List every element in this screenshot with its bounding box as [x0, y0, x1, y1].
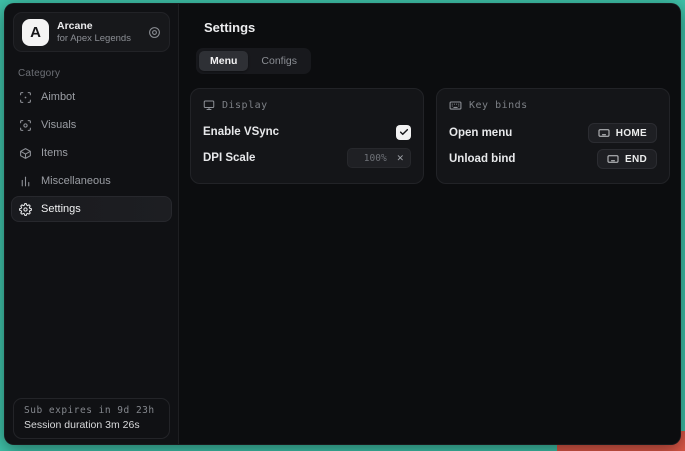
unload-keybind-button[interactable]: END — [597, 149, 657, 169]
main-content: Settings Menu Configs Display Enable VSy… — [179, 4, 681, 444]
sidebar-item-label: Aimbot — [41, 91, 75, 103]
session-info-card: Sub expires in 9d 23h Session duration 3… — [13, 398, 170, 439]
open-menu-label: Open menu — [449, 127, 512, 139]
sub-expiry-text: Sub expires in 9d 23h — [24, 405, 159, 416]
eye-scan-icon — [19, 119, 32, 132]
settings-cards: Display Enable VSync DPI Scale 100% ✕ — [190, 88, 670, 184]
display-card-title: Display — [222, 100, 268, 111]
app-logo: A — [22, 19, 49, 46]
vsync-checkbox[interactable] — [396, 125, 411, 140]
sidebar-item-settings[interactable]: Settings — [11, 196, 172, 222]
bars-icon — [19, 175, 32, 188]
sidebar-item-label: Items — [41, 147, 68, 159]
display-card: Display Enable VSync DPI Scale 100% ✕ — [190, 88, 424, 184]
tab-bar: Menu Configs — [196, 48, 311, 74]
sidebar-nav: Aimbot Visuals Items — [5, 84, 178, 222]
sidebar-item-aimbot[interactable]: Aimbot — [11, 84, 172, 110]
target-icon[interactable] — [148, 26, 161, 39]
app-subtitle: for Apex Legends — [57, 33, 140, 45]
sidebar: A Arcane for Apex Legends Category — [5, 4, 179, 444]
app-window: A Arcane for Apex Legends Category — [4, 3, 681, 445]
sidebar-item-label: Settings — [41, 203, 81, 215]
category-label: Category — [18, 68, 178, 79]
package-icon — [19, 147, 32, 160]
sidebar-item-visuals[interactable]: Visuals — [11, 112, 172, 138]
dpi-scale-label: DPI Scale — [203, 152, 255, 164]
sidebar-item-miscellaneous[interactable]: Miscellaneous — [11, 168, 172, 194]
dpi-scale-value: 100% — [354, 153, 396, 164]
open-menu-key: HOME — [616, 128, 647, 139]
crosshair-scan-icon — [19, 91, 32, 104]
sidebar-item-label: Miscellaneous — [41, 175, 111, 187]
sidebar-item-label: Visuals — [41, 119, 76, 131]
session-duration-text: Session duration 3m 26s — [24, 419, 159, 431]
page-title: Settings — [204, 20, 670, 35]
keybinds-card: Key binds Open menu HOME Unload bin — [436, 88, 670, 184]
keyboard-icon — [449, 99, 462, 112]
clear-icon[interactable]: ✕ — [396, 153, 404, 164]
monitor-icon — [203, 99, 215, 111]
dpi-scale-input[interactable]: 100% ✕ — [347, 148, 411, 168]
keyboard-icon — [598, 127, 610, 139]
app-title: Arcane — [57, 20, 140, 33]
sidebar-item-items[interactable]: Items — [11, 140, 172, 166]
open-menu-keybind-button[interactable]: HOME — [588, 123, 657, 143]
gear-icon — [19, 203, 32, 216]
vsync-label: Enable VSync — [203, 126, 279, 138]
tab-menu[interactable]: Menu — [199, 51, 248, 71]
keyboard-icon — [607, 153, 619, 165]
keybinds-card-title: Key binds — [469, 100, 528, 111]
unload-bind-label: Unload bind — [449, 153, 515, 165]
tab-configs[interactable]: Configs — [250, 51, 308, 71]
sidebar-header-card: A Arcane for Apex Legends — [13, 12, 170, 52]
unload-key: END — [625, 154, 647, 165]
